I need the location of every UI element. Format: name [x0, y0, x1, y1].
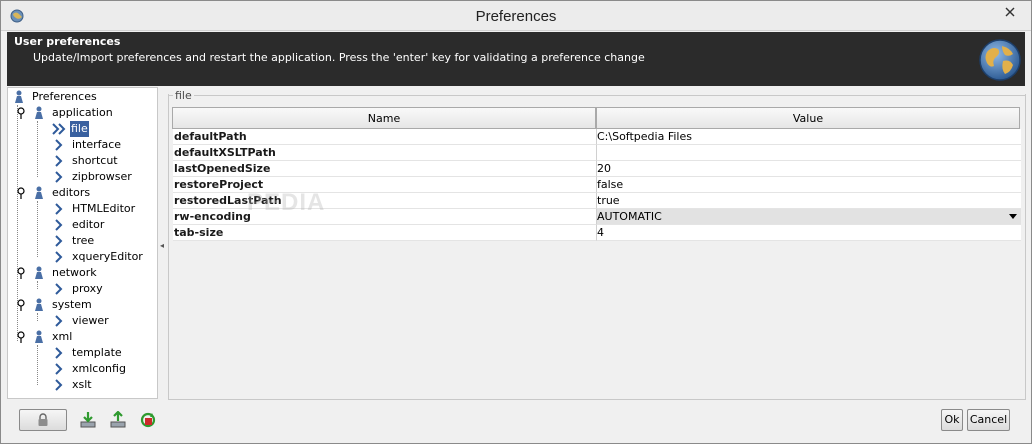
chevron-right-icon: [52, 314, 66, 328]
table-row[interactable]: defaultPath C:\Softpedia Files: [172, 129, 1021, 145]
tree-connector: [37, 345, 38, 385]
chevron-right-icon: [52, 282, 66, 296]
ok-button[interactable]: Ok: [941, 409, 963, 431]
tree-item-label: tree: [72, 234, 95, 247]
tree-group-label: xml: [52, 330, 73, 343]
tree-item-label: proxy: [72, 282, 103, 295]
chevron-right-icon: [52, 202, 66, 216]
tree-item-label: editor: [72, 218, 105, 231]
pref-value[interactable]: C:\Softpedia Files: [596, 129, 1021, 145]
tree-connector: [37, 201, 38, 257]
tree-item-label: template: [72, 346, 122, 359]
chevron-right-icon: [52, 218, 66, 232]
tree-connector: [37, 281, 38, 289]
import-icon[interactable]: [79, 411, 97, 429]
cancel-button[interactable]: Cancel: [967, 409, 1010, 431]
pref-name: lastOpenedSize: [173, 161, 596, 177]
preferences-tree[interactable]: Preferences application file interface s…: [7, 87, 158, 399]
splitter-handle[interactable]: ◂: [159, 87, 167, 399]
tree-item-label: xqueryEditor: [72, 250, 143, 263]
double-chevron-right-icon: [52, 122, 66, 136]
node-icon: [12, 90, 26, 104]
chevron-right-icon: [52, 378, 66, 392]
pref-value[interactable]: false: [596, 177, 1021, 193]
pref-name: defaultXSLTPath: [173, 145, 596, 161]
node-icon: [32, 106, 46, 120]
tree-item-label: interface: [72, 138, 122, 151]
header-description: Update/Import preferences and restart th…: [33, 51, 645, 64]
pref-name: defaultPath: [173, 129, 596, 145]
table-row[interactable]: lastOpenedSize 20: [172, 161, 1021, 177]
globe-icon: [978, 38, 1022, 82]
tree-root-label: Preferences: [32, 90, 97, 103]
expand-handle-icon[interactable]: [15, 331, 27, 343]
preferences-window: Preferences User preferences Update/Impo…: [0, 0, 1032, 444]
tree-item-label: xmlconfig: [72, 362, 126, 375]
pref-name: restoreProject: [173, 177, 596, 193]
title-bar[interactable]: Preferences: [1, 1, 1031, 31]
tree-group-label: system: [52, 298, 92, 311]
tree-connector: [37, 121, 38, 177]
header-banner: User preferences Update/Import preferenc…: [7, 32, 1025, 86]
window-title: Preferences: [475, 8, 557, 25]
group-legend: file: [173, 89, 194, 102]
close-button[interactable]: [993, 2, 1027, 22]
collapse-left-icon[interactable]: ◂: [160, 241, 164, 250]
tree-group-label: network: [52, 266, 97, 279]
watermark: PEDIA: [247, 189, 326, 216]
column-header-name[interactable]: Name: [172, 107, 596, 129]
expand-handle-icon[interactable]: [15, 299, 27, 311]
pref-name: restoredLastPath: [173, 193, 596, 209]
chevron-right-icon: [52, 346, 66, 360]
expand-handle-icon[interactable]: [15, 187, 27, 199]
table-row[interactable]: defaultXSLTPath: [172, 145, 1021, 161]
tree-group-label: application: [52, 106, 113, 119]
column-header-value[interactable]: Value: [596, 107, 1020, 129]
tree-item-label: viewer: [72, 314, 109, 327]
header-title: User preferences: [14, 35, 121, 48]
node-icon: [32, 266, 46, 280]
tree-item-label: HTMLEditor: [72, 202, 136, 215]
tree-item-label: xslt: [72, 378, 92, 391]
pref-name: rw-encoding: [173, 209, 596, 225]
pref-value[interactable]: [596, 145, 1021, 161]
dropdown-arrow-icon[interactable]: [1009, 214, 1017, 219]
tree-group-label: editors: [52, 186, 91, 199]
pref-value[interactable]: true: [596, 193, 1021, 209]
pref-name: tab-size: [173, 225, 596, 241]
chevron-right-icon: [52, 170, 66, 184]
tree-connector: [37, 313, 38, 321]
chevron-right-icon: [52, 362, 66, 376]
chevron-right-icon: [52, 234, 66, 248]
restore-defaults-icon[interactable]: [139, 411, 157, 429]
export-icon[interactable]: [109, 410, 127, 429]
expand-handle-icon[interactable]: [15, 267, 27, 279]
chevron-right-icon: [52, 250, 66, 264]
tree-item-label: zipbrowser: [72, 170, 132, 183]
tree-item-label: shortcut: [72, 154, 118, 167]
node-icon: [32, 186, 46, 200]
chevron-right-icon: [52, 138, 66, 152]
tree-item-label: file: [70, 121, 89, 137]
node-icon: [32, 330, 46, 344]
pref-value[interactable]: 20: [596, 161, 1021, 177]
chevron-right-icon: [52, 154, 66, 168]
expand-handle-icon[interactable]: [15, 107, 27, 119]
encoding-dropdown[interactable]: AUTOMATIC: [596, 209, 1021, 225]
lock-icon: [37, 413, 49, 430]
lock-button[interactable]: [19, 409, 67, 431]
pref-value[interactable]: 4: [596, 225, 1021, 241]
table-row[interactable]: tab-size 4: [172, 225, 1021, 241]
node-icon: [32, 298, 46, 312]
dropdown-value: AUTOMATIC: [597, 210, 662, 223]
